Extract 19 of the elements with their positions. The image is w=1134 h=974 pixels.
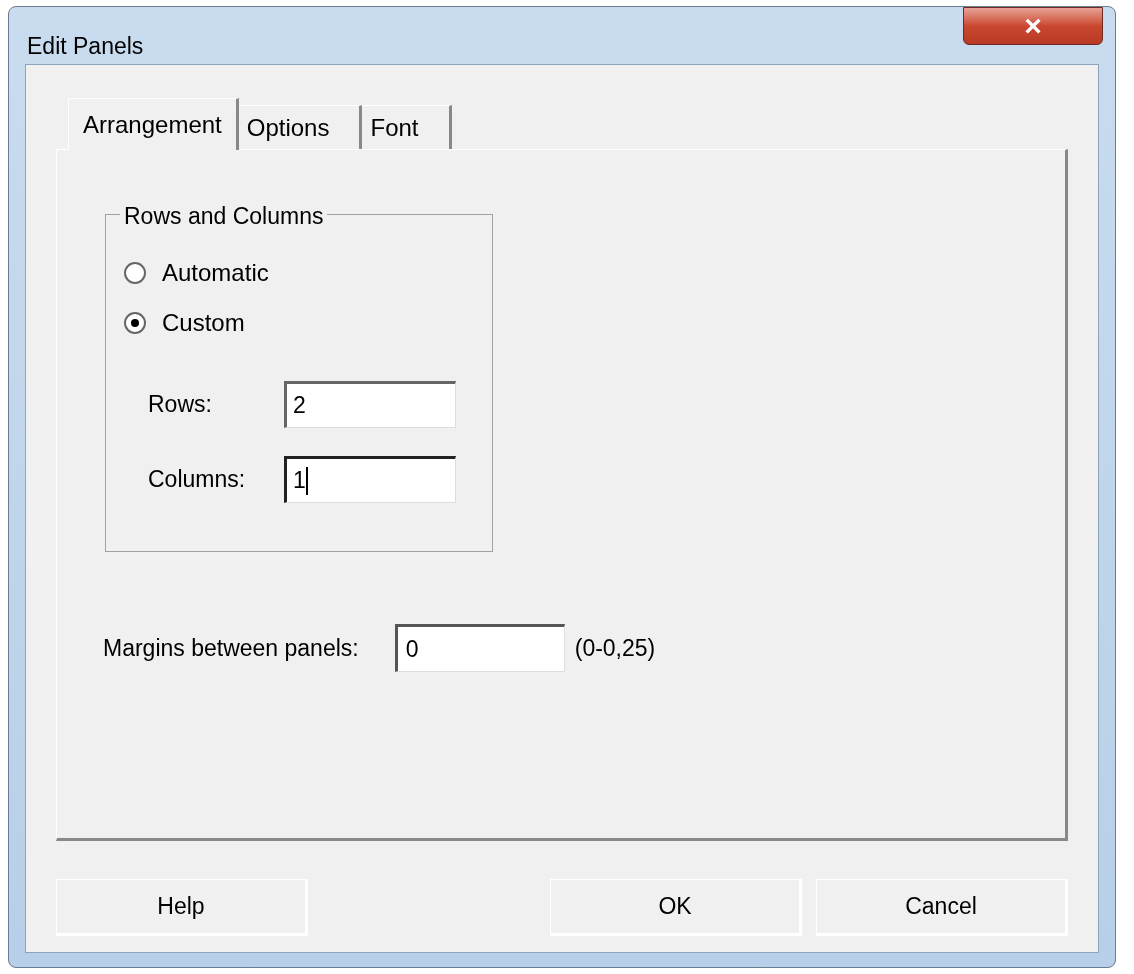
radio-label[interactable]: Automatic xyxy=(162,255,269,291)
radio-label[interactable]: Custom xyxy=(162,305,245,341)
field-label: Columns: xyxy=(148,465,247,495)
close-button[interactable]: × xyxy=(963,7,1103,45)
tab[interactable]: Font xyxy=(362,105,452,149)
input-field[interactable]: 2 xyxy=(284,381,456,428)
tab[interactable]: Arrangement xyxy=(68,98,239,150)
input-field[interactable]: 0 xyxy=(394,624,565,672)
dialog-button[interactable]: Help xyxy=(56,879,308,936)
dialog-button[interactable]: OK xyxy=(550,879,802,936)
dialog-button[interactable]: Cancel xyxy=(816,879,1068,936)
tab[interactable]: Options xyxy=(238,105,363,149)
input-field[interactable]: 1 xyxy=(284,456,456,503)
radio-button[interactable] xyxy=(124,262,146,284)
margins-label: Margins between panels: xyxy=(103,633,359,663)
radio-button[interactable] xyxy=(124,312,146,334)
range-hint: (0-0,25) xyxy=(574,633,656,663)
window-title: Edit Panels xyxy=(27,32,144,61)
field-label: Rows: xyxy=(148,390,213,420)
